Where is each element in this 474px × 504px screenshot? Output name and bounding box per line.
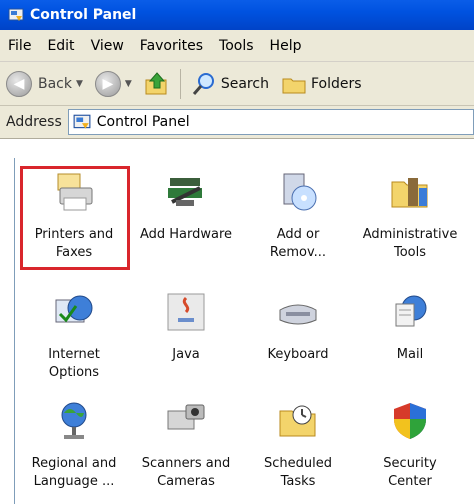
scanner-camera-icon — [167, 404, 205, 430]
item-label: Add Hardware — [139, 227, 233, 242]
menu-tools[interactable]: Tools — [211, 38, 262, 54]
back-arrow-icon: ◀ — [6, 70, 32, 97]
scheduled-tasks-icon — [279, 405, 316, 437]
item-label: Cameras — [157, 474, 215, 489]
item-label: Tasks — [280, 474, 316, 489]
add-or-remove-programs-item[interactable]: Add or Remov... — [242, 168, 354, 262]
back-button[interactable]: ◀ Back ▼ — [0, 70, 89, 97]
up-folder-icon — [145, 71, 167, 94]
mail-icon — [395, 295, 427, 327]
forward-arrow-icon: ▶ — [94, 70, 121, 97]
menu-view[interactable]: View — [83, 38, 132, 54]
item-label: Scheduled — [264, 456, 332, 471]
item-label: Administrative — [362, 227, 458, 242]
forward-button[interactable]: ▶ ▼ — [89, 70, 138, 97]
item-label: Language ... — [33, 474, 115, 489]
menu-bar: File Edit View Favorites Tools Help — [0, 30, 474, 62]
item-label: Center — [388, 474, 432, 489]
item-label: Java — [172, 347, 200, 362]
keyboard-item[interactable]: Keyboard — [242, 288, 354, 364]
toolbar-separator — [179, 68, 181, 99]
search-icon — [192, 72, 214, 95]
item-label: Keyboard — [267, 347, 329, 362]
forward-dropdown-icon[interactable]: ▼ — [125, 79, 132, 89]
security-center-item[interactable]: Security Center — [354, 397, 466, 491]
address-label: Address — [6, 114, 62, 130]
keyboard-icon — [279, 304, 317, 325]
address-value: Control Panel — [96, 114, 190, 130]
title-bar[interactable]: Control Panel — [0, 0, 474, 30]
toolbar: ◀ Back ▼ ▶ ▼ Search Folders — [0, 62, 474, 106]
java-item[interactable]: Java — [130, 288, 242, 364]
regional-and-language-item[interactable]: Regional and Language ... — [18, 397, 130, 491]
add-hardware-icon — [168, 178, 202, 206]
item-label: Mail — [396, 347, 424, 362]
control-panel-icon — [73, 114, 91, 129]
administrative-tools-item[interactable]: Administrative Tools — [354, 168, 466, 262]
up-folder-button[interactable] — [138, 71, 176, 97]
menu-help[interactable]: Help — [262, 38, 310, 54]
control-panel-icon — [8, 8, 24, 21]
selection-highlight — [20, 166, 130, 270]
folders-icon — [282, 78, 306, 93]
folders-button[interactable]: Folders — [275, 71, 368, 97]
globe-icon — [61, 402, 87, 439]
folders-label: Folders — [310, 75, 362, 92]
search-button[interactable]: Search — [185, 71, 275, 97]
scanners-and-cameras-item[interactable]: Scanners and Cameras — [130, 397, 242, 491]
add-hardware-item[interactable]: Add Hardware — [130, 168, 242, 244]
item-label: Tools — [393, 245, 427, 260]
internet-options-item[interactable]: Internet Options — [18, 288, 130, 382]
back-dropdown-icon[interactable]: ▼ — [76, 79, 83, 89]
control-panel-window: Control Panel File Edit View Favorites T… — [0, 0, 474, 504]
item-label: Options — [48, 365, 100, 380]
mail-item[interactable]: Mail — [354, 288, 466, 364]
search-label: Search — [220, 75, 269, 92]
menu-favorites[interactable]: Favorites — [132, 38, 211, 54]
item-label: Remov... — [269, 245, 327, 260]
address-bar: Address Control Panel — [0, 106, 474, 139]
add-remove-programs-icon — [283, 173, 317, 211]
window-title: Control Panel — [30, 7, 137, 23]
item-label: Scanners and — [141, 456, 231, 471]
internet-options-icon — [55, 295, 93, 323]
menu-edit[interactable]: Edit — [39, 38, 82, 54]
menu-file[interactable]: File — [0, 38, 39, 54]
item-label: Add or — [276, 227, 320, 242]
scheduled-tasks-item[interactable]: Scheduled Tasks — [242, 397, 354, 491]
back-label: Back — [38, 75, 72, 92]
item-label: Security — [383, 456, 437, 471]
item-label: Internet — [48, 347, 100, 362]
address-field[interactable]: Control Panel — [67, 109, 474, 135]
administrative-tools-icon — [391, 178, 428, 208]
item-label: Regional and — [31, 456, 117, 471]
shield-icon — [394, 403, 426, 439]
java-icon — [167, 293, 205, 331]
